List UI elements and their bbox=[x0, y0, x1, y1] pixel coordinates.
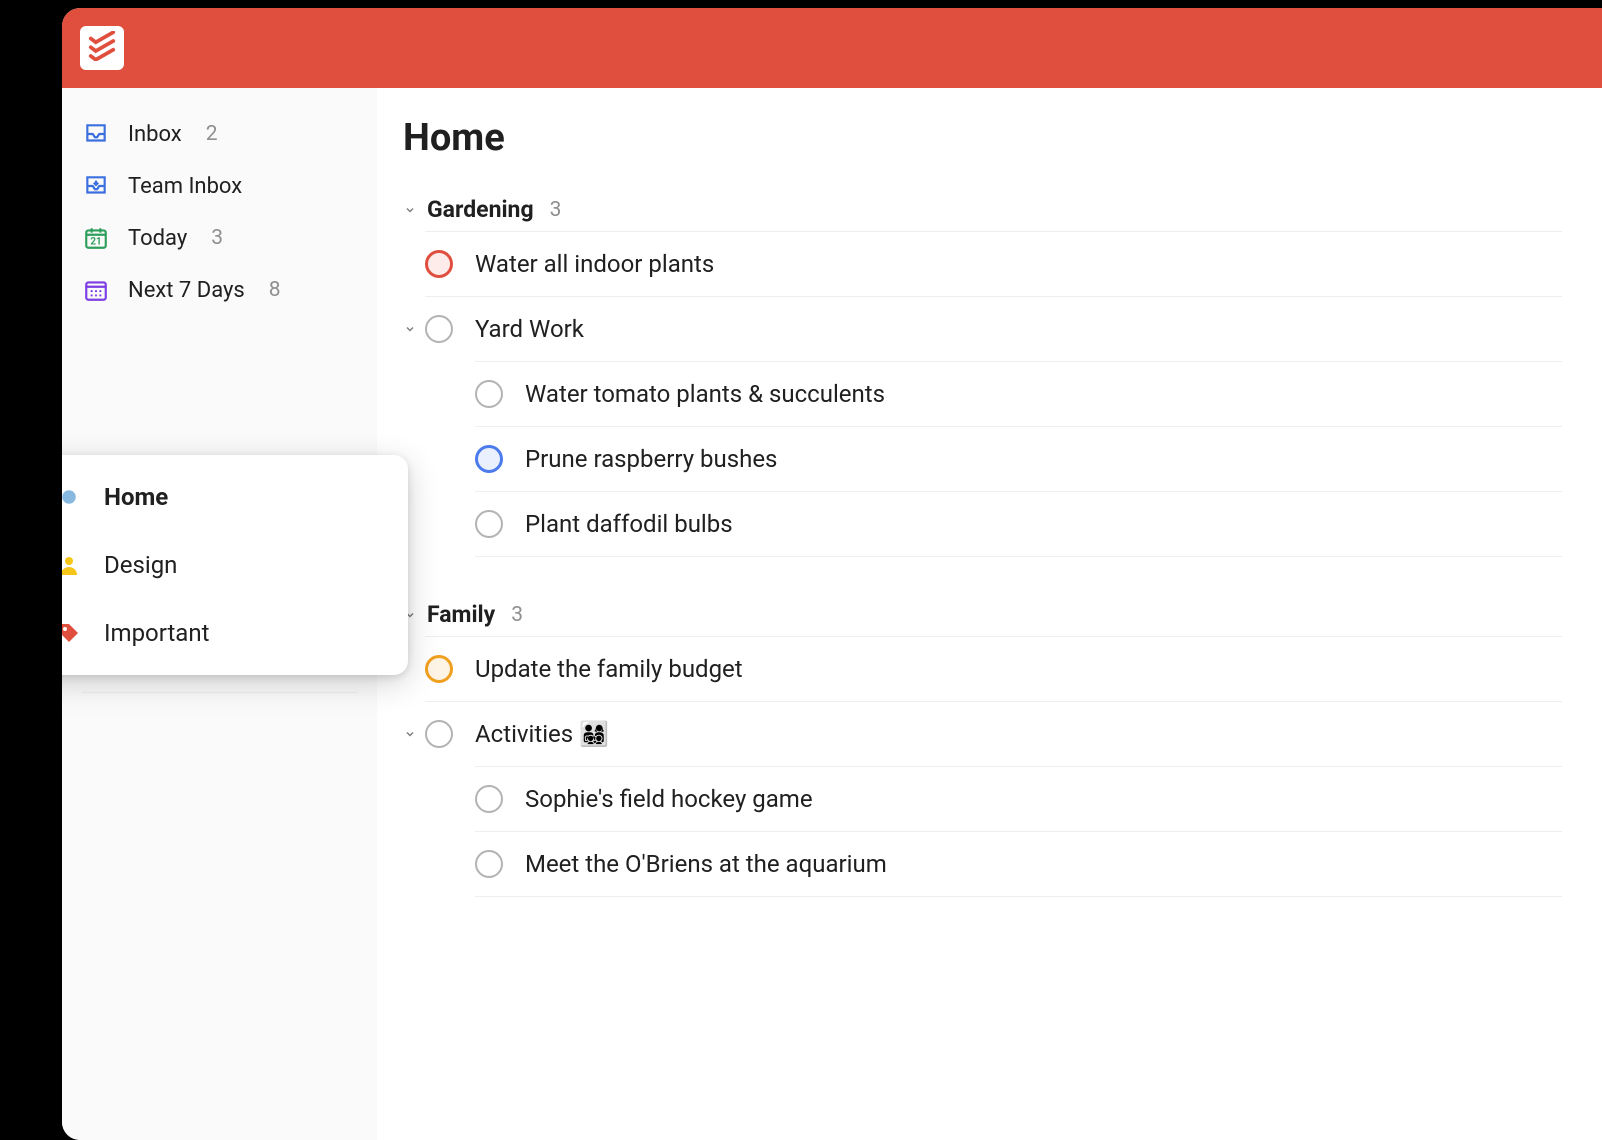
section-header[interactable]: Gardening 3 bbox=[403, 196, 1562, 223]
task-row[interactable]: Yard Work bbox=[425, 296, 1562, 361]
sidebar-item-inbox[interactable]: Inbox 2 bbox=[62, 108, 377, 160]
person-icon bbox=[62, 552, 82, 578]
todoist-logo-icon bbox=[87, 31, 117, 65]
task-row[interactable]: Update the family budget bbox=[425, 636, 1562, 701]
task-label: Activities 👨‍👩‍👧‍👦 bbox=[475, 720, 609, 748]
task-label: Meet the O'Briens at the aquarium bbox=[525, 850, 887, 878]
calendar-today-icon: 21 bbox=[82, 224, 110, 252]
task-checkbox[interactable] bbox=[425, 655, 453, 683]
task-checkbox[interactable] bbox=[475, 445, 503, 473]
task-checkbox[interactable] bbox=[475, 785, 503, 813]
team-inbox-icon bbox=[82, 172, 110, 200]
section-count: 3 bbox=[511, 603, 523, 627]
body-area: Inbox 2 Team Inbox 21 Today 3 bbox=[62, 88, 1602, 1140]
divider bbox=[82, 692, 357, 693]
svg-text:21: 21 bbox=[90, 237, 101, 248]
task-checkbox[interactable] bbox=[425, 250, 453, 278]
task-label: Water all indoor plants bbox=[475, 250, 714, 278]
task-checkbox[interactable] bbox=[425, 315, 453, 343]
chevron-down-icon bbox=[403, 203, 417, 217]
task-checkbox[interactable] bbox=[475, 380, 503, 408]
titlebar bbox=[62, 8, 1602, 88]
task-label: Update the family budget bbox=[475, 655, 743, 683]
task-row[interactable]: Water all indoor plants bbox=[425, 231, 1562, 296]
section-count: 3 bbox=[550, 198, 562, 222]
task-checkbox[interactable] bbox=[475, 510, 503, 538]
sidebar-item-count: 3 bbox=[211, 226, 223, 250]
section-gardening: Gardening 3 Water all indoor plants Yard… bbox=[403, 196, 1562, 557]
task-checkbox[interactable] bbox=[475, 850, 503, 878]
task-row[interactable]: Activities 👨‍👩‍👧‍👦 bbox=[425, 701, 1562, 766]
sidebar-item-team-inbox[interactable]: Team Inbox bbox=[62, 160, 377, 212]
main-content: Home Gardening 3 Water all indoor plants bbox=[377, 88, 1602, 1140]
task-label: Sophie's field hockey game bbox=[525, 785, 813, 813]
section-title: Family bbox=[427, 601, 495, 628]
chevron-down-icon[interactable] bbox=[403, 727, 417, 741]
popup-item-important[interactable]: Important bbox=[62, 599, 408, 667]
sidebar-item-label: Next 7 Days bbox=[128, 278, 245, 303]
app-logo[interactable] bbox=[80, 26, 124, 70]
sidebar: Inbox 2 Team Inbox 21 Today 3 bbox=[62, 88, 377, 1140]
task-row[interactable]: Water tomato plants & succulents bbox=[475, 361, 1562, 426]
task-label: Plant daffodil bulbs bbox=[525, 510, 733, 538]
page-title: Home bbox=[403, 116, 1562, 160]
popup-item-label: Home bbox=[104, 483, 168, 511]
calendar-week-icon bbox=[82, 276, 110, 304]
popup-item-label: Important bbox=[104, 619, 209, 647]
popup-item-design[interactable]: Design bbox=[62, 531, 408, 599]
chevron-down-icon[interactable] bbox=[403, 322, 417, 336]
task-row[interactable]: Meet the O'Briens at the aquarium bbox=[475, 831, 1562, 897]
section-title: Gardening bbox=[427, 196, 534, 223]
task-row[interactable]: Sophie's field hockey game bbox=[475, 766, 1562, 831]
sidebar-item-label: Today bbox=[128, 226, 187, 251]
sidebar-item-next-7-days[interactable]: Next 7 Days 8 bbox=[62, 264, 377, 316]
section-family: Family 3 Update the family budget Activi… bbox=[403, 601, 1562, 897]
task-row[interactable]: Prune raspberry bushes bbox=[475, 426, 1562, 491]
task-label: Yard Work bbox=[475, 315, 584, 343]
task-checkbox[interactable] bbox=[425, 720, 453, 748]
inbox-icon bbox=[82, 120, 110, 148]
sidebar-item-label: Team Inbox bbox=[128, 174, 242, 199]
tag-icon bbox=[62, 620, 82, 646]
section-header[interactable]: Family 3 bbox=[403, 601, 1562, 628]
task-label: Prune raspberry bushes bbox=[525, 445, 777, 473]
sidebar-item-today[interactable]: 21 Today 3 bbox=[62, 212, 377, 264]
popup-item-label: Design bbox=[104, 551, 177, 579]
popup-item-home[interactable]: Home bbox=[62, 463, 408, 531]
sidebar-item-count: 2 bbox=[206, 122, 218, 146]
task-label: Water tomato plants & succulents bbox=[525, 380, 885, 408]
favorites-popup: Home Design Important bbox=[62, 455, 408, 675]
sidebar-item-count: 8 bbox=[269, 278, 281, 302]
project-dot-icon bbox=[62, 484, 82, 510]
app-window: Inbox 2 Team Inbox 21 Today 3 bbox=[62, 8, 1602, 1140]
task-row[interactable]: Plant daffodil bulbs bbox=[475, 491, 1562, 557]
sidebar-item-label: Inbox bbox=[128, 122, 182, 147]
